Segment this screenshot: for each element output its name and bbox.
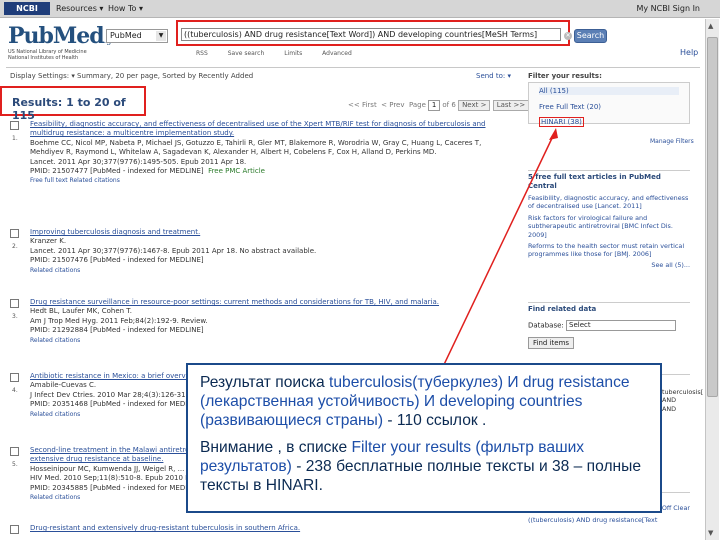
filter-free-full-text[interactable]: Free Full Text (20) (539, 103, 601, 111)
result-number: 4. (12, 387, 18, 394)
search-sub-links: RSS Save search Limits Advanced (196, 50, 370, 57)
recent-query-link[interactable]: ((tuberculosis) AND drug resistance[Text (528, 516, 690, 524)
results-count-highlight: Results: 1 to 20 of 115 (0, 86, 146, 122)
result-checkbox[interactable] (10, 373, 19, 382)
how-to-menu[interactable]: How To ▾ (108, 4, 143, 13)
search-input[interactable]: ((tuberculosis) AND drug resistance[Text… (181, 28, 561, 41)
result-number: 3. (12, 313, 18, 320)
first-page-link[interactable]: << First (348, 101, 377, 109)
prev-page-link[interactable]: < Prev (381, 101, 404, 109)
pubmed-header: PubMed.gov US National Library of Medici… (0, 19, 705, 67)
related-data-box: Find related data Database: Select Find … (528, 302, 690, 349)
clear-icon[interactable]: ✕ (564, 32, 572, 40)
ncbi-top-bar: NCBI Resources ▾ How To ▾ My NCBI Sign I… (0, 0, 720, 18)
search-button[interactable]: Search (574, 29, 607, 43)
free-item[interactable]: Feasibility, diagnostic accuracy, and ef… (528, 194, 690, 211)
rss-link[interactable]: RSS (196, 50, 208, 57)
callout-text: Результат поиска (200, 374, 330, 391)
last-page-button[interactable]: Last >> (492, 100, 530, 111)
my-ncbi-sign-in-link[interactable]: My NCBI Sign In (636, 4, 700, 13)
limits-link[interactable]: Limits (284, 50, 302, 57)
search-details-line: AND (662, 404, 677, 413)
result-number: 1. (12, 135, 18, 142)
result-source: Lancet. 2011 Apr 30;377(9776):1467-8. Ep… (30, 246, 317, 255)
free-pmc-article-link[interactable]: Free PMC Article (208, 167, 265, 175)
scroll-down-icon[interactable]: ▼ (708, 529, 713, 537)
result-pmid: PMID: 21507476 [PubMed - indexed for MED… (30, 256, 204, 265)
result-title[interactable]: Drug-resistant and extensively drug-resi… (30, 524, 500, 533)
result-source: Lancet. 2011 Apr 30;377(9776):1495-505. … (30, 157, 247, 166)
free-item[interactable]: Risk factors for virological failure and… (528, 214, 690, 239)
search-details-line: tuberculosis[ (662, 388, 704, 396)
result-authors: Kranzer K. (30, 237, 67, 246)
free-full-text-box: 5 free full text articles in PubMed Cent… (528, 170, 690, 269)
scroll-thumb[interactable] (707, 37, 718, 397)
advanced-link[interactable]: Advanced (322, 50, 352, 57)
display-settings[interactable]: Display Settings: ▾ Summary, 20 per page… (10, 72, 253, 80)
result-checkbox[interactable] (10, 121, 19, 130)
search-details-line: AND (662, 396, 677, 405)
result-links[interactable]: Related citations (30, 336, 500, 345)
result-checkbox[interactable] (10, 525, 19, 534)
result-number: 2. (12, 243, 18, 250)
manage-filters-link[interactable]: Manage Filters (650, 138, 694, 145)
result-authors: Boehme CC, Nicol MP, Nabeta P, Michael J… (30, 138, 482, 157)
result-number: 5. (12, 461, 18, 468)
ncbi-logo[interactable]: NCBI (4, 2, 50, 15)
next-page-button[interactable]: Next > (458, 100, 491, 111)
save-search-link[interactable]: Save search (228, 50, 265, 57)
help-link[interactable]: Help (680, 48, 698, 57)
result-checkbox[interactable] (10, 299, 19, 308)
annotation-callout: Результат поиска tuberculosis(туберкулез… (186, 363, 662, 513)
chevron-down-icon: ▼ (156, 31, 166, 41)
scroll-up-icon[interactable]: ▲ (708, 22, 713, 30)
result-title[interactable]: Improving tuberculosis diagnosis and tre… (30, 228, 500, 237)
callout-text: Внимание , в списке (200, 439, 352, 456)
related-database-value: Select (569, 321, 591, 329)
result-title[interactable]: Drug resistance surveillance in resource… (30, 298, 500, 307)
page-label: Page (408, 101, 426, 109)
resources-menu[interactable]: Resources ▾ (56, 4, 103, 13)
filter-hinari[interactable]: HINARI (38) (539, 117, 584, 127)
free-full-text-heading[interactable]: 5 free full text articles in PubMed Cent… (528, 173, 690, 191)
see-all-link[interactable]: See all (5)... (528, 261, 690, 269)
result-checkbox[interactable] (10, 447, 19, 456)
result-authors: Hedt BL, Laufer MK, Cohen T. (30, 307, 132, 316)
result-pmid: PMID: 21292884 [PubMed - indexed for MED… (30, 326, 204, 335)
send-to-menu[interactable]: Send to: ▾ (476, 72, 511, 80)
page-of: of 6 (442, 101, 456, 109)
header-divider (6, 67, 700, 68)
related-database-select[interactable]: Select (566, 320, 676, 331)
filter-results-heading: Filter your results: (528, 72, 602, 80)
callout-paragraph-1: Результат поиска tuberculosis(туберкулез… (200, 373, 650, 430)
page-number-input[interactable]: 1 (428, 100, 441, 111)
database-label: Database: (528, 321, 564, 330)
pubmed-logo[interactable]: PubMed.gov (8, 23, 121, 49)
result-links[interactable]: Free full text Related citations (30, 176, 500, 185)
result-source: Am J Trop Med Hyg. 2011 Feb;84(2):192-9.… (30, 316, 208, 325)
query-highlight-box: ((tuberculosis) AND drug resistance[Text… (176, 20, 570, 46)
callout-paragraph-2: Внимание , в списке Filter your results … (200, 438, 650, 495)
database-select[interactable]: PubMed ▼ (106, 29, 168, 43)
filter-box: All (115) Free Full Text (20) HINARI (38… (528, 82, 690, 127)
callout-text: - 110 ссылок . (383, 412, 487, 429)
result-checkbox[interactable] (10, 229, 19, 238)
result-pmid: PMID: 21507477 [PubMed - indexed for MED… (30, 167, 204, 176)
pagination: << First < Prev Page 1 of 6 Next > Last … (348, 100, 530, 111)
result-title[interactable]: Feasibility, diagnostic accuracy, and ef… (30, 120, 500, 139)
filter-all[interactable]: All (115) (539, 87, 679, 95)
result-links[interactable]: Related citations (30, 266, 500, 275)
find-items-button[interactable]: Find items (528, 337, 575, 349)
results-count: Results: 1 to 20 of 115 (12, 96, 126, 122)
related-data-heading: Find related data (528, 305, 597, 313)
nlm-caption: US National Library of Medicine National… (8, 49, 87, 61)
vertical-scrollbar[interactable]: ▲ ▼ (705, 19, 719, 540)
free-item[interactable]: Reforms to the health sector must retain… (528, 242, 690, 259)
pubmed-logo-text: PubMed (8, 23, 105, 49)
database-select-value: PubMed (110, 31, 142, 40)
